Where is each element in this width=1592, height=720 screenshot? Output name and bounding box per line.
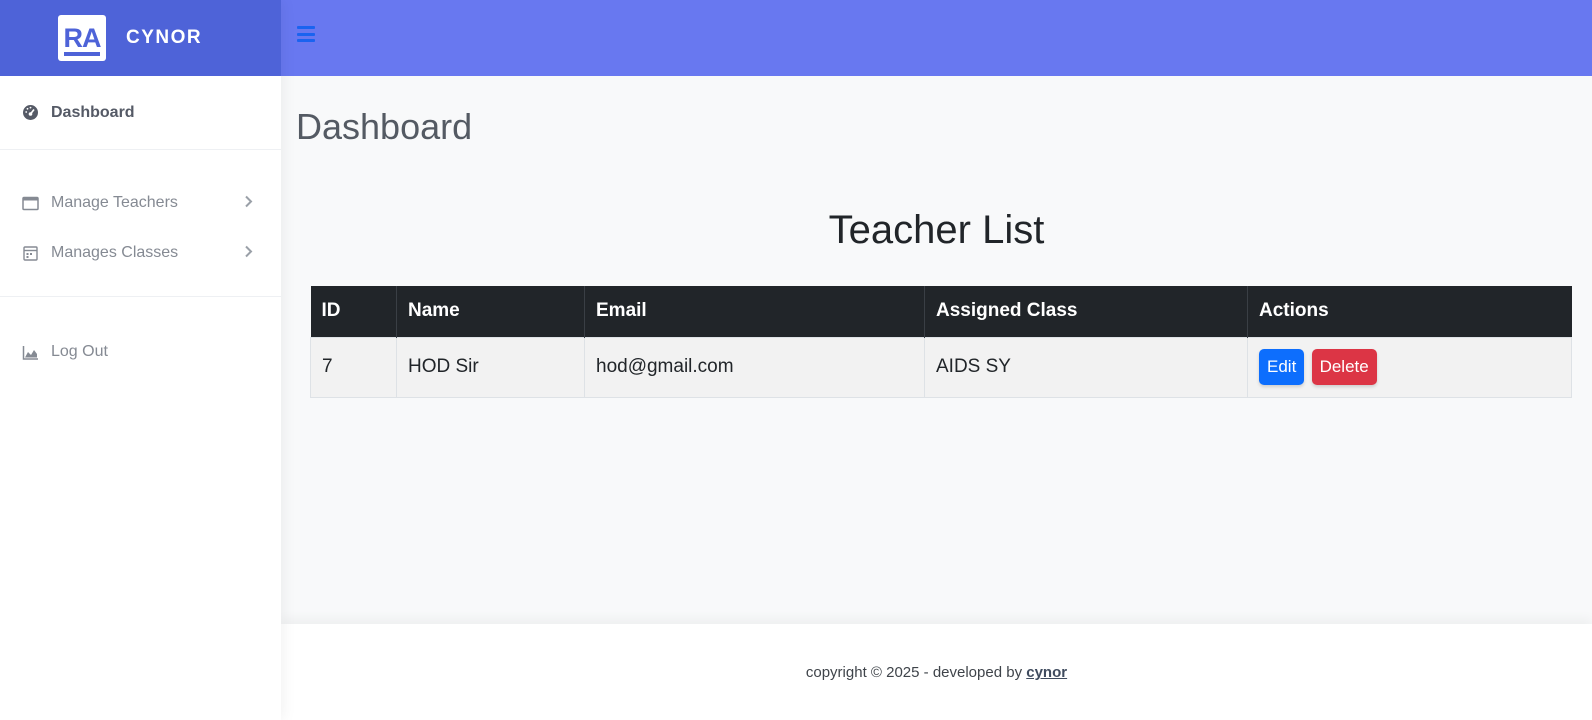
- column-header-actions: Actions: [1247, 286, 1572, 337]
- sidebar-item-logout[interactable]: Log Out: [0, 327, 281, 377]
- calendar-icon: [22, 245, 39, 262]
- table-header-row: ID Name Email Assigned Class Actions: [310, 286, 1572, 337]
- sidebar-item-label: Manages Classes: [51, 244, 179, 261]
- column-header-assigned-class: Assigned Class: [924, 286, 1248, 337]
- brand-logo: RA: [58, 15, 106, 61]
- page-title: Dashboard: [296, 106, 473, 147]
- area-chart-icon: [22, 344, 39, 361]
- sidebar-item-label: Dashboard: [51, 103, 135, 121]
- column-header-id: ID: [310, 286, 397, 337]
- developer-link[interactable]: cynor: [1026, 664, 1067, 681]
- cell-name: HOD Sir: [396, 336, 585, 398]
- sidebar-item-dashboard[interactable]: Dashboard: [0, 76, 281, 150]
- footer-text: copyright © 2025 - developed by cynor: [281, 664, 1592, 681]
- cell-actions: Edit Delete: [1247, 336, 1572, 398]
- table-row: 7 HOD Sir hod@gmail.com AIDS SY Edit Del…: [310, 336, 1572, 398]
- cell-assigned-class: AIDS SY: [924, 336, 1248, 398]
- sidebar-item-label: Manage Teachers: [51, 194, 178, 211]
- section-title: Teacher List: [828, 208, 1045, 252]
- chevron-right-icon: [244, 195, 253, 211]
- gauge-icon: [22, 104, 39, 121]
- cell-email: hod@gmail.com: [584, 336, 925, 398]
- column-header-name: Name: [396, 286, 585, 337]
- chevron-right-icon: [244, 245, 253, 261]
- window-icon: [22, 195, 39, 212]
- topbar: [281, 0, 1592, 76]
- brand-name: CYNOR: [126, 27, 203, 48]
- main-content: Dashboard Teacher List ID Name Email Ass…: [281, 76, 1592, 624]
- sidebar-item-label: Log Out: [51, 343, 108, 360]
- brand[interactable]: RA CYNOR: [0, 0, 281, 76]
- column-header-email: Email: [584, 286, 925, 337]
- delete-button[interactable]: Delete: [1311, 349, 1377, 385]
- brand-logo-text: RA: [63, 22, 102, 53]
- teacher-table-wrapper: ID Name Email Assigned Class Actions 7 H…: [310, 286, 1572, 398]
- hamburger-icon[interactable]: [297, 26, 315, 42]
- footer: copyright © 2025 - developed by cynor: [281, 624, 1592, 720]
- sidebar-item-manage-teachers[interactable]: Manage Teachers: [0, 178, 281, 228]
- sidebar: RA CYNOR Dashboard Manage Teachers Manag…: [0, 0, 281, 720]
- teacher-table: ID Name Email Assigned Class Actions 7 H…: [310, 286, 1572, 398]
- sidebar-item-manage-classes[interactable]: Manages Classes: [0, 228, 281, 278]
- cell-id: 7: [310, 336, 397, 398]
- copyright-text: copyright © 2025 - developed by: [805, 664, 1023, 681]
- edit-button[interactable]: Edit: [1259, 349, 1305, 385]
- sidebar-manage-group: Manage Teachers Manages Classes: [0, 150, 281, 297]
